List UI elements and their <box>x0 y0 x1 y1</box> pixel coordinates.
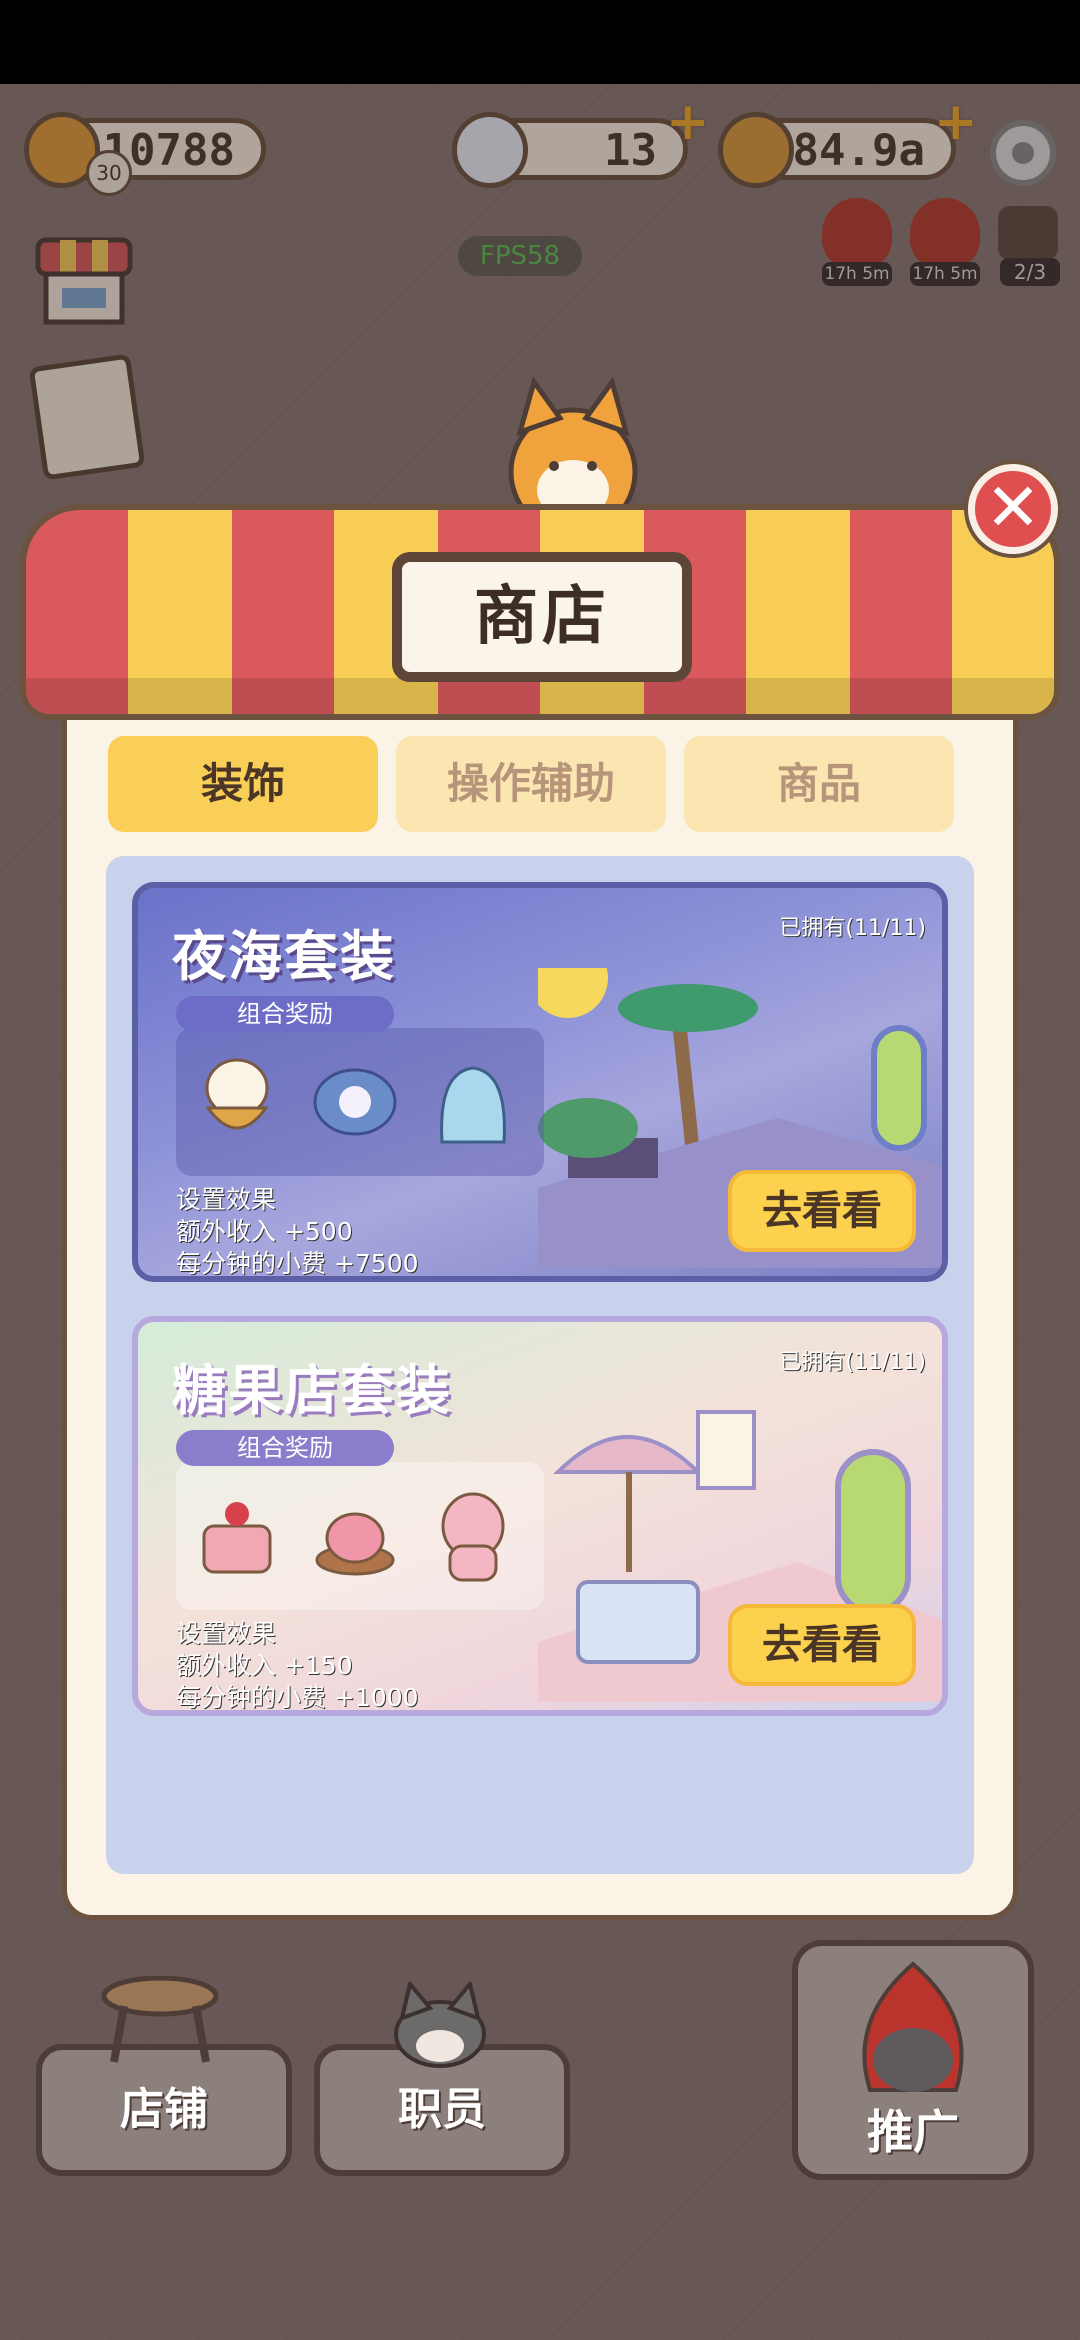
extra-income: 额外收入 +500 <box>176 1217 353 1246</box>
effects-title: 设置效果 <box>176 1619 277 1648</box>
view-set-button[interactable]: 去看看 <box>728 1604 916 1686</box>
set-effects: 设置效果 额外收入 +500 每分钟的小费 +7500 <box>176 1184 419 1278</box>
combo-reward-label: 组合奖励 <box>176 996 394 1032</box>
tab-decoration-label: 装饰 <box>200 759 285 808</box>
set-effects: 设置效果 额外收入 +150 每分钟的小费 +1000 <box>176 1618 419 1712</box>
set-title: 夜海套装 <box>172 925 396 988</box>
pink-dessert-icon <box>310 1486 400 1582</box>
shop-title-sign: 商店 <box>392 552 692 682</box>
set-title: 糖果店套装 <box>172 1359 452 1422</box>
tip-per-minute: 每分钟的小费 +1000 <box>176 1683 419 1712</box>
cat-staff-icon <box>394 1982 486 2068</box>
combo-reward-label: 组合奖励 <box>176 1430 394 1466</box>
strawberry-cake-icon <box>192 1486 282 1582</box>
tab-products-label: 商品 <box>776 759 861 808</box>
stool-icon <box>101 1976 219 2063</box>
nav-staff-label: 职员 <box>398 2084 486 2135</box>
pink-alpaca-icon <box>428 1486 518 1582</box>
reward-items-box <box>176 1028 544 1176</box>
extra-income: 额外收入 +150 <box>176 1651 353 1680</box>
fire-cat-icon <box>862 1961 964 2092</box>
close-button[interactable]: ✕ <box>968 464 1058 554</box>
tab-products[interactable]: 商品 <box>684 736 954 832</box>
status-bar <box>0 0 1080 84</box>
owned-count: 已拥有(11/11) <box>779 916 926 941</box>
owned-count: 已拥有(11/11) <box>779 1350 926 1375</box>
shark-plush-icon <box>428 1052 518 1148</box>
tab-operation-assist[interactable]: 操作辅助 <box>396 736 666 832</box>
view-set-button[interactable]: 去看看 <box>728 1170 916 1252</box>
effects-title: 设置效果 <box>176 1185 277 1214</box>
set-card-night-sea[interactable]: 夜海套装 已拥有(11/11) 组合奖励 设置效果 额外收入 +500 每分钟的… <box>132 882 948 1282</box>
nav-promote-label: 推广 <box>867 2105 959 2159</box>
tab-decoration[interactable]: 装饰 <box>108 736 378 832</box>
taiyaki-ice-cream-icon <box>192 1052 282 1148</box>
pearl-shell-icon <box>310 1052 400 1148</box>
nav-store-label: 店铺 <box>120 2084 208 2135</box>
set-card-candy-shop[interactable]: 糖果店套装 已拥有(11/11) 组合奖励 设置效果 额外收入 +150 每分钟… <box>132 1316 948 1716</box>
shop-title: 商店 <box>474 580 610 654</box>
nav-promote-button[interactable]: 推广 <box>792 1940 1034 2180</box>
reward-items-box <box>176 1462 544 1610</box>
tab-operation-assist-label: 操作辅助 <box>446 759 615 808</box>
tip-per-minute: 每分钟的小费 +7500 <box>176 1249 419 1278</box>
